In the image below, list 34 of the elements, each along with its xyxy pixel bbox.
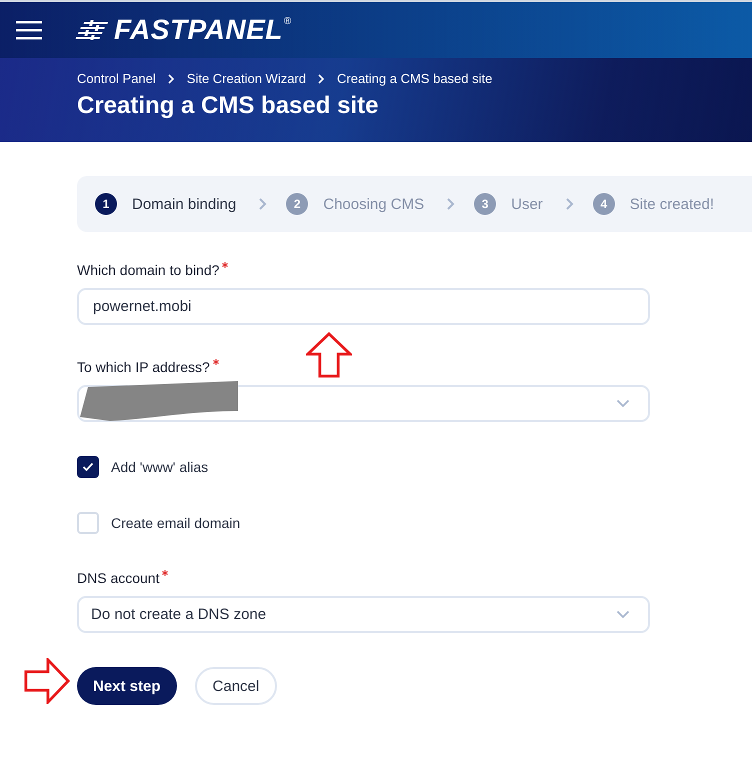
chevron-icon	[564, 197, 575, 211]
checkbox-label: Add 'www' alias	[111, 459, 208, 475]
page-title: Creating a CMS based site	[77, 92, 380, 120]
sliders-icon	[75, 20, 109, 40]
checkbox[interactable]	[77, 456, 99, 478]
checkbox-label: Create email domain	[111, 515, 240, 531]
step-label: User	[511, 196, 543, 212]
breadcrumb-link[interactable]: Site Creation Wizard	[186, 71, 306, 86]
field-label: To which IP address?	[77, 359, 210, 375]
menu-icon[interactable]	[16, 20, 42, 40]
breadcrumb-link[interactable]: Control Panel	[77, 71, 156, 86]
cancel-button[interactable]: Cancel	[194, 667, 278, 705]
chevron-down-icon	[616, 399, 630, 408]
step-number: 4	[592, 193, 615, 215]
registered-mark: ®	[284, 16, 292, 27]
chevron-icon	[258, 197, 268, 211]
step-number: 3	[474, 193, 496, 215]
step-label: Choosing CMS	[323, 196, 424, 212]
checkmark-icon	[82, 462, 94, 472]
next-step-button[interactable]: Next step	[77, 667, 177, 705]
domain-input-field[interactable]: powernet.mobi	[77, 288, 650, 325]
chevron-icon	[318, 74, 325, 84]
chevron-icon	[446, 197, 456, 211]
chevron-icon	[168, 74, 175, 84]
field-label: Which domain to bind?	[77, 262, 220, 278]
step-label: Domain binding	[132, 196, 236, 212]
logo-text: FASTPANEL	[114, 14, 283, 46]
step-number: 1	[95, 193, 117, 215]
field-label: DNS account	[77, 570, 160, 586]
dropdown-field[interactable]: Do not create a DNS zone	[77, 596, 650, 633]
step-number: 2	[286, 193, 308, 215]
breadcrumb-link[interactable]: Creating a CMS based site	[337, 71, 492, 86]
chevron-down-icon	[616, 610, 630, 619]
step-label: Site created!	[630, 196, 714, 212]
